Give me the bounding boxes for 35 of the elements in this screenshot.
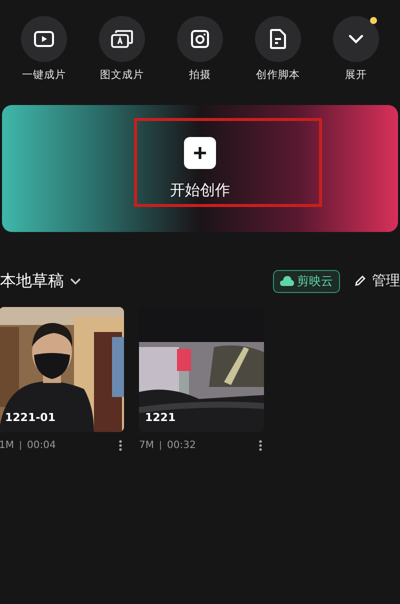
tool-button[interactable] xyxy=(99,16,145,62)
camera-icon xyxy=(191,30,209,48)
video-icon xyxy=(34,30,54,48)
tool-label: 展开 xyxy=(345,68,367,82)
plus-icon xyxy=(184,137,216,169)
more-icon[interactable] xyxy=(259,440,262,451)
draft-thumbnail[interactable]: 1221-01 xyxy=(0,307,124,432)
create-banner[interactable]: 开始创作 xyxy=(2,105,398,232)
tool-button[interactable] xyxy=(177,16,223,62)
tool-label: 一键成片 xyxy=(22,68,66,82)
cloud-icon xyxy=(280,276,294,286)
chevron-down-icon xyxy=(348,34,364,44)
tool-label: 图文成片 xyxy=(100,68,144,82)
pencil-icon xyxy=(354,275,366,287)
draft-name: 1221 xyxy=(145,411,176,424)
notification-dot xyxy=(370,17,377,24)
image-text-icon xyxy=(111,30,133,48)
tool-button[interactable] xyxy=(255,16,301,62)
tool-button[interactable] xyxy=(21,16,67,62)
draft-duration: 00:32 xyxy=(167,440,196,451)
tool-label: 拍摄 xyxy=(189,68,211,82)
draft-size: 7M xyxy=(139,440,154,451)
manage-button[interactable]: 管理 xyxy=(354,272,400,290)
tool-label: 创作脚本 xyxy=(256,68,300,82)
draft-thumbnail[interactable]: 1221 xyxy=(139,307,264,432)
create-label: 开始创作 xyxy=(170,181,230,200)
document-icon xyxy=(270,29,286,49)
more-icon[interactable] xyxy=(119,440,122,451)
cloud-button[interactable]: 剪映云 xyxy=(273,270,340,292)
chevron-down-icon[interactable] xyxy=(70,278,81,284)
tool-button[interactable] xyxy=(333,16,379,62)
draft-duration: 00:04 xyxy=(27,440,56,451)
draft-name: 1221-01 xyxy=(5,411,56,424)
draft-size: 1M xyxy=(0,440,14,451)
section-title[interactable]: 本地草稿 xyxy=(0,270,64,292)
